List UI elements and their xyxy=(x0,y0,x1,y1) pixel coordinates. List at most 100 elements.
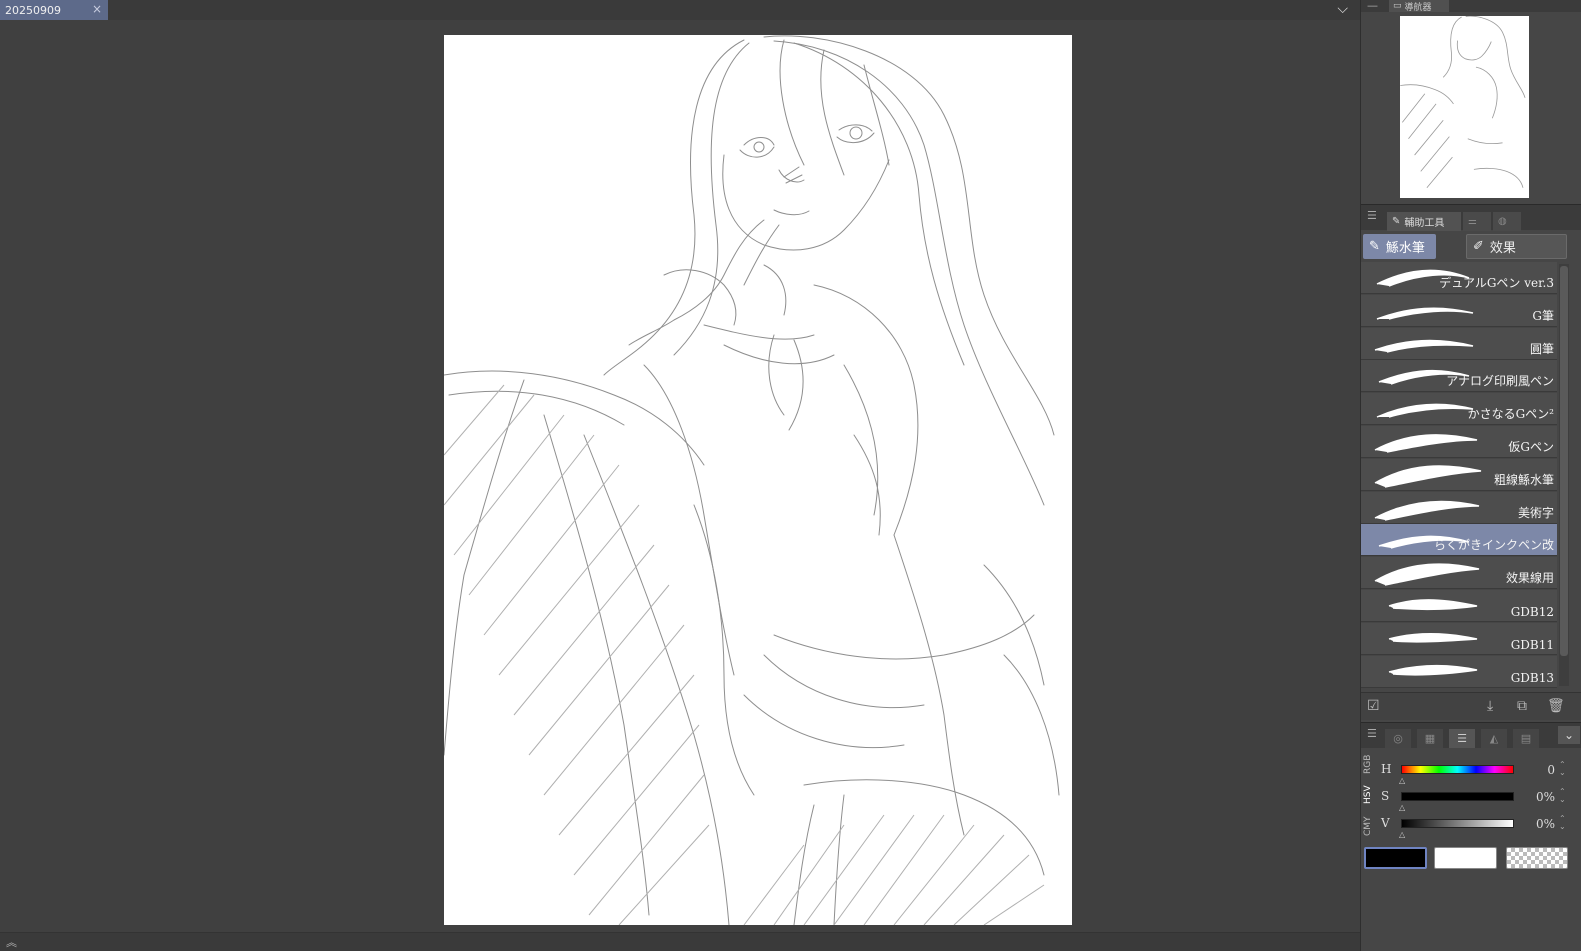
brush-item[interactable]: 粗線鯀水筆 xyxy=(1361,458,1557,491)
tab-tool-property[interactable]: ⚌ xyxy=(1463,212,1491,231)
tab-color-set[interactable]: ▦ xyxy=(1417,729,1443,748)
tab-approximate-color[interactable]: ▤ xyxy=(1513,729,1539,748)
mode-rgb[interactable]: RGB xyxy=(1363,750,1379,778)
drawing-canvas[interactable] xyxy=(444,35,1072,925)
brush-item[interactable]: かさなるGペン² xyxy=(1361,393,1557,426)
slider-value[interactable]: 0% xyxy=(1529,790,1555,804)
import-icon[interactable]: ⤓ xyxy=(1487,698,1493,714)
panel-menu-icon[interactable]: — xyxy=(1367,0,1378,12)
document-tab-label: 20250909 xyxy=(5,3,61,17)
close-icon[interactable]: × xyxy=(92,2,102,16)
brush-size-icon: ◍ xyxy=(1498,216,1507,227)
tab-color-wheel[interactable]: ◎ xyxy=(1385,729,1411,748)
slider-value[interactable]: 0% xyxy=(1529,817,1555,831)
brush-name: らくがきインクペン改 xyxy=(1433,538,1554,553)
color-swatches xyxy=(1361,844,1581,874)
brush-name: 仮Gペン xyxy=(1508,440,1554,454)
color-wheel-icon: ◎ xyxy=(1393,732,1403,745)
color-set-icon: ▦ xyxy=(1424,732,1436,745)
trash-icon[interactable]: 🗑 xyxy=(1547,698,1565,714)
panel-menu-icon[interactable]: ☰ xyxy=(1367,727,1377,740)
brush-name: G筆 xyxy=(1532,308,1554,323)
brush-stroke-preview xyxy=(1374,465,1482,488)
brush-item[interactable]: 仮Gペン xyxy=(1361,426,1557,458)
group-label: 鯀水筆 xyxy=(1385,241,1425,256)
status-bar: ︽ xyxy=(0,932,1360,951)
brush-name: デュアルGペン ver.3 xyxy=(1439,276,1554,290)
sub-tool-title: 輔助工具 xyxy=(1404,218,1445,229)
brush-stroke-preview xyxy=(1376,307,1474,320)
brush-stroke-preview xyxy=(1388,632,1478,643)
panel-menu-icon[interactable]: ☰ xyxy=(1367,209,1377,222)
brush-tools-bar: ☑ ⤓ ⧉ 🗑 xyxy=(1361,692,1581,720)
brush-item[interactable]: GDB13 xyxy=(1361,655,1557,688)
navigator-preview[interactable] xyxy=(1400,16,1529,198)
document-tab-bar: 20250909 × ⌵ xyxy=(0,0,1360,20)
sub-tool-groups: ✎ 鯀水筆 ✐ 效果 xyxy=(1361,232,1581,260)
sketch-artwork xyxy=(444,35,1060,925)
group-button-effect[interactable]: ✐ 效果 xyxy=(1466,234,1567,259)
brush-item[interactable]: デュアルGペン ver.3 xyxy=(1361,262,1557,294)
tab-sub-tool[interactable]: ✎ 輔助工具 xyxy=(1387,212,1461,231)
group-button-pen[interactable]: ✎ 鯀水筆 xyxy=(1363,234,1436,259)
canvas-workspace[interactable] xyxy=(0,20,1360,932)
intermediate-color-icon: ◭ xyxy=(1489,732,1499,745)
slider-saturation[interactable]: S △ 0% ⌃ ⌄ xyxy=(1381,782,1581,813)
brush-item[interactable]: 美術字 xyxy=(1361,491,1557,524)
brush-item[interactable]: 圓筆 xyxy=(1361,327,1557,360)
color-mode-selector: RGB HSV CMY xyxy=(1363,750,1379,840)
slider-label: S xyxy=(1381,789,1390,803)
brush-item[interactable]: GDB11 xyxy=(1361,622,1557,655)
spin-arrows-icon[interactable]: ⌃ ⌄ xyxy=(1559,788,1566,804)
brush-stroke-preview xyxy=(1388,664,1478,676)
slider-knob[interactable]: △ xyxy=(1399,830,1405,839)
mode-hsv[interactable]: HSV xyxy=(1363,780,1379,810)
document-tab[interactable]: 20250909 × xyxy=(0,0,108,20)
slider-value-brightness[interactable]: V △ 0% ⌃ ⌄ xyxy=(1381,809,1581,840)
navigator-title: 導航器 xyxy=(1404,2,1432,13)
pen-icon: ✎ xyxy=(1392,216,1401,227)
brush-item[interactable]: らくがきインクペン改 xyxy=(1361,524,1557,557)
slider-label: V xyxy=(1381,816,1390,830)
right-panel: — ▭ 導航器 ☰ ✎ 輔助工具 ⚌ ◍ ✎ 鯀水筆 ✐ 效果 デュアルGペン … xyxy=(1360,0,1581,951)
tab-brush-size[interactable]: ◍ xyxy=(1493,212,1521,231)
brush-stroke-preview xyxy=(1374,434,1478,453)
brush-item[interactable]: アナログ印刷風ペン xyxy=(1361,360,1557,393)
transparent-color-swatch[interactable] xyxy=(1506,847,1568,869)
chevron-down-icon[interactable]: ⌄ xyxy=(1558,726,1580,744)
tab-navigator[interactable]: ▭ 導航器 xyxy=(1389,0,1449,13)
duplicate-icon[interactable]: ⧉ xyxy=(1517,698,1527,714)
expand-up-icon[interactable]: ︽ xyxy=(6,934,17,950)
tab-color-slider[interactable]: ☰ xyxy=(1449,729,1475,748)
brush-name: 粗線鯀水筆 xyxy=(1493,472,1554,487)
brush-item[interactable]: GDB12 xyxy=(1361,590,1557,622)
slider-label: H xyxy=(1381,762,1392,776)
brush-name: GDB13 xyxy=(1510,670,1554,685)
navigator-panel[interactable] xyxy=(1361,12,1581,200)
spin-arrows-icon[interactable]: ⌃ ⌄ xyxy=(1559,761,1566,777)
slider-hue[interactable]: H △ 0 ⌃ ⌄ xyxy=(1381,755,1581,786)
main-color-swatch[interactable] xyxy=(1364,847,1427,869)
brush-stroke-preview xyxy=(1374,563,1480,586)
group-label: 效果 xyxy=(1489,241,1516,256)
sliders-icon: ⚌ xyxy=(1468,216,1477,227)
sub-color-swatch[interactable] xyxy=(1434,847,1497,869)
brush-list-scroll-thumb[interactable] xyxy=(1560,266,1568,656)
sub-tool-settings-icon[interactable]: ☑ xyxy=(1367,698,1380,714)
spin-arrows-icon[interactable]: ⌃ ⌄ xyxy=(1559,815,1566,831)
hue-bar[interactable] xyxy=(1401,765,1514,774)
brush-name: かさなるGペン² xyxy=(1467,407,1554,422)
chevron-down-icon[interactable]: ⌵ xyxy=(1337,1,1348,17)
brush-name: 圓筆 xyxy=(1529,341,1554,356)
effect-pen-icon: ✐ xyxy=(1473,239,1484,254)
brush-stroke-preview xyxy=(1388,599,1478,611)
brush-stroke-preview xyxy=(1374,500,1480,521)
brush-name: アナログ印刷風ペン xyxy=(1446,374,1554,389)
saturation-bar[interactable] xyxy=(1401,792,1514,801)
slider-value[interactable]: 0 xyxy=(1529,763,1555,777)
brush-item[interactable]: 效果線用 xyxy=(1361,557,1557,590)
tab-intermediate-color[interactable]: ◭ xyxy=(1481,729,1507,748)
mode-cmy[interactable]: CMY xyxy=(1363,812,1379,840)
brush-item[interactable]: G筆 xyxy=(1361,294,1557,327)
value-bar[interactable] xyxy=(1401,819,1514,828)
